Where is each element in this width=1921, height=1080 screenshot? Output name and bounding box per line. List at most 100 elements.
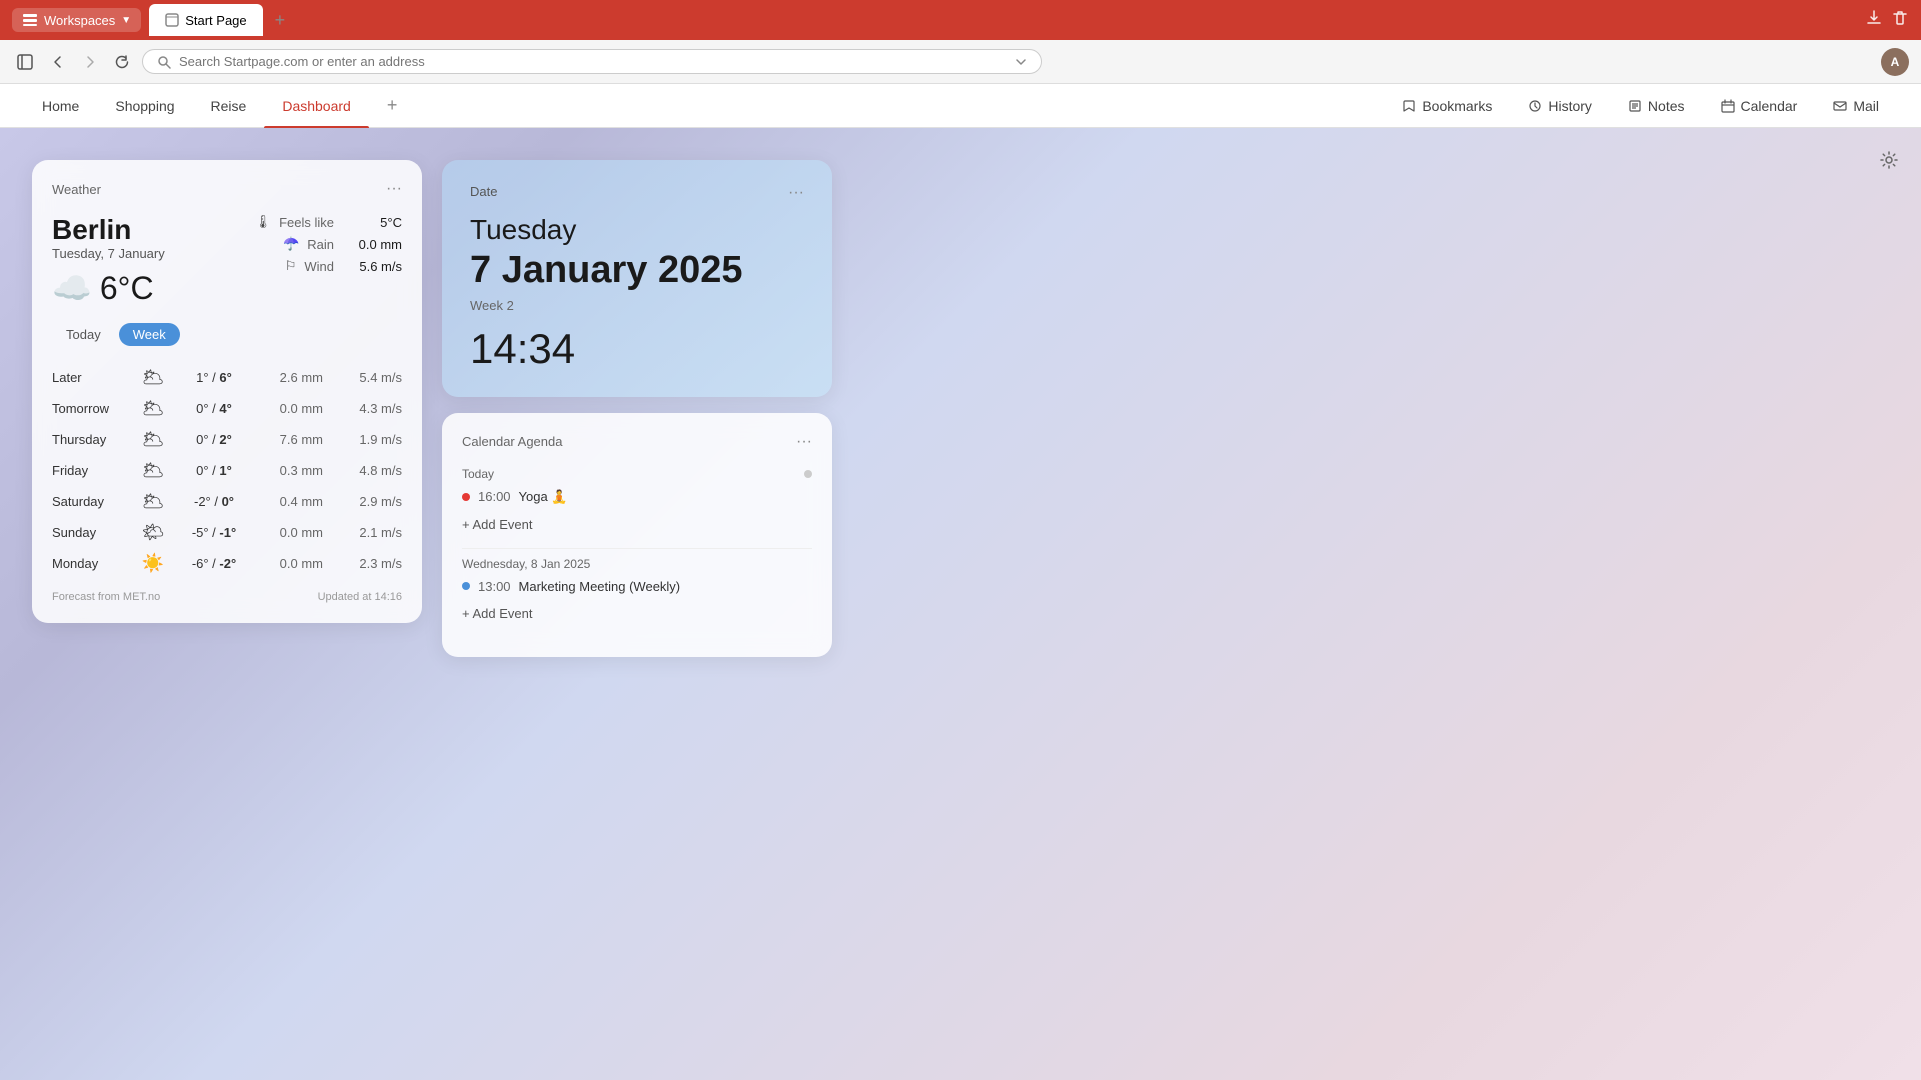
forecast-wind: 2.9 m/s	[342, 494, 402, 509]
wind-label: Wind	[304, 259, 334, 274]
avatar[interactable]: A	[1881, 48, 1909, 76]
add-event-wednesday-button[interactable]: + Add Event	[462, 602, 812, 625]
search-input[interactable]	[179, 54, 1007, 69]
forecast-icon: 🌥	[141, 491, 165, 512]
workspaces-chevron: ▼	[121, 15, 131, 26]
workspaces-label: Workspaces	[44, 13, 115, 28]
add-event-today-button[interactable]: + Add Event	[462, 513, 812, 536]
forecast-temp: 0° / 1°	[184, 463, 244, 478]
workspaces-icon	[22, 12, 38, 28]
navbar: A	[0, 40, 1921, 84]
tab-dashboard-label: Dashboard	[282, 98, 351, 114]
forecast-updated: Updated at 14:16	[318, 591, 402, 603]
trash-icon[interactable]	[1891, 9, 1909, 32]
feels-like-row: 🌡 Feels like 5°C	[255, 214, 402, 230]
today-dot	[804, 470, 812, 478]
panel-mail[interactable]: Mail	[1815, 84, 1897, 128]
workspaces-button[interactable]: Workspaces ▼	[12, 8, 141, 32]
tab-icon	[165, 13, 179, 27]
main-content: Weather ··· Berlin Tuesday, 7 January ☁️…	[0, 128, 1921, 1080]
forecast-temp: -5° / -1°	[184, 525, 244, 540]
panel-calendar[interactable]: Calendar	[1703, 84, 1816, 128]
agenda-menu-button[interactable]: ···	[796, 433, 812, 451]
settings-button[interactable]	[1873, 144, 1905, 176]
tab-home-label: Home	[42, 98, 79, 114]
titlebar: Workspaces ▼ Start Page +	[0, 0, 1921, 40]
forecast-rain: 0.3 mm	[263, 463, 323, 478]
agenda-card: Calendar Agenda ··· Today 16:00 Yoga 🧘 +…	[442, 413, 832, 657]
download-icon[interactable]	[1865, 9, 1883, 32]
weather-tab-week[interactable]: Week	[119, 323, 180, 346]
add-event-label: + Add Event	[462, 517, 532, 532]
forecast-rain: 0.4 mm	[263, 494, 323, 509]
panel-bookmarks[interactable]: Bookmarks	[1384, 84, 1510, 128]
forecast-wind: 5.4 m/s	[342, 370, 402, 385]
active-tab[interactable]: Start Page	[149, 4, 262, 36]
event-time: 16:00	[478, 489, 511, 504]
date-card: Date ··· Tuesday 7 January 2025 Week 2 1…	[442, 160, 832, 397]
sidebar-toggle-button[interactable]	[12, 49, 38, 75]
tab-dashboard[interactable]: Dashboard	[264, 84, 369, 128]
tab-home[interactable]: Home	[24, 84, 97, 128]
forecast-wind: 4.8 m/s	[342, 463, 402, 478]
rain-value: 0.0 mm	[342, 237, 402, 252]
weather-card-header: Weather ···	[52, 180, 402, 198]
agenda-divider	[462, 548, 812, 549]
forecast-row-thursday: Thursday 🌥 0° / 2° 7.6 mm 1.9 m/s	[52, 424, 402, 455]
forecast-day: Thursday	[52, 432, 122, 447]
tab-add[interactable]: +	[369, 84, 416, 128]
refresh-button[interactable]	[110, 50, 134, 74]
forecast-row-sunday: Sunday 🌤 -5° / -1° 0.0 mm 2.1 m/s	[52, 517, 402, 548]
forecast-wind: 2.3 m/s	[342, 556, 402, 571]
titlebar-right	[1865, 9, 1909, 32]
forecast-row-tomorrow: Tomorrow 🌥 0° / 4° 0.0 mm 4.3 m/s	[52, 393, 402, 424]
weather-details: 🌡 Feels like 5°C ☂️ Rain 0.0 mm ⚐ Wind 5…	[255, 214, 402, 280]
panel-mail-label: Mail	[1853, 98, 1879, 114]
forecast-day: Friday	[52, 463, 122, 478]
forecast-temp: 1° / 6°	[184, 370, 244, 385]
forecast-row-later: Later 🌥 1° / 6° 2.6 mm 5.4 m/s	[52, 362, 402, 393]
history-icon	[1528, 99, 1542, 113]
mail-icon	[1833, 99, 1847, 113]
forecast-table: Later 🌥 1° / 6° 2.6 mm 5.4 m/s Tomorrow …	[52, 362, 402, 579]
wind-row: ⚐ Wind 5.6 m/s	[255, 258, 402, 274]
forecast-rain: 0.0 mm	[263, 556, 323, 571]
forecast-rain: 0.0 mm	[263, 401, 323, 416]
agenda-card-title: Calendar Agenda	[462, 434, 562, 449]
forecast-rain: 7.6 mm	[263, 432, 323, 447]
tab-bar: Start Page +	[141, 4, 1865, 36]
forecast-source: Forecast from MET.no	[52, 591, 160, 603]
weather-card: Weather ··· Berlin Tuesday, 7 January ☁️…	[32, 160, 422, 623]
weather-tabs: Today Week	[52, 323, 402, 346]
calendar-icon	[1721, 99, 1735, 113]
bookmarks-icon	[1402, 99, 1416, 113]
event-time: 13:00	[478, 579, 511, 594]
forecast-day: Saturday	[52, 494, 122, 509]
date-menu-button[interactable]: ···	[788, 184, 804, 202]
weather-menu-button[interactable]: ···	[386, 180, 402, 198]
yoga-event: 16:00 Yoga 🧘	[462, 489, 812, 505]
forward-button[interactable]	[78, 50, 102, 74]
back-button[interactable]	[46, 50, 70, 74]
forecast-rain: 2.6 mm	[263, 370, 323, 385]
weather-tab-today[interactable]: Today	[52, 323, 115, 346]
new-tab-button[interactable]: +	[267, 10, 294, 31]
panel-notes[interactable]: Notes	[1610, 84, 1703, 128]
tab-shopping-label: Shopping	[115, 98, 174, 114]
forecast-wind: 1.9 m/s	[342, 432, 402, 447]
feels-value: 5°C	[342, 215, 402, 230]
event-name: Marketing Meeting (Weekly)	[519, 579, 681, 594]
forecast-day: Tomorrow	[52, 401, 122, 416]
week-label: Week 2	[470, 298, 804, 313]
event-color-dot	[462, 493, 470, 501]
tab-shopping[interactable]: Shopping	[97, 84, 192, 128]
notes-icon	[1628, 99, 1642, 113]
tab-reise[interactable]: Reise	[193, 84, 265, 128]
forecast-day: Sunday	[52, 525, 122, 540]
city-name: Berlin	[52, 214, 165, 246]
forecast-day: Monday	[52, 556, 122, 571]
forecast-temp: 0° / 2°	[184, 432, 244, 447]
search-bar[interactable]	[142, 49, 1042, 74]
panel-history[interactable]: History	[1510, 84, 1610, 128]
weather-card-title: Weather	[52, 182, 101, 197]
